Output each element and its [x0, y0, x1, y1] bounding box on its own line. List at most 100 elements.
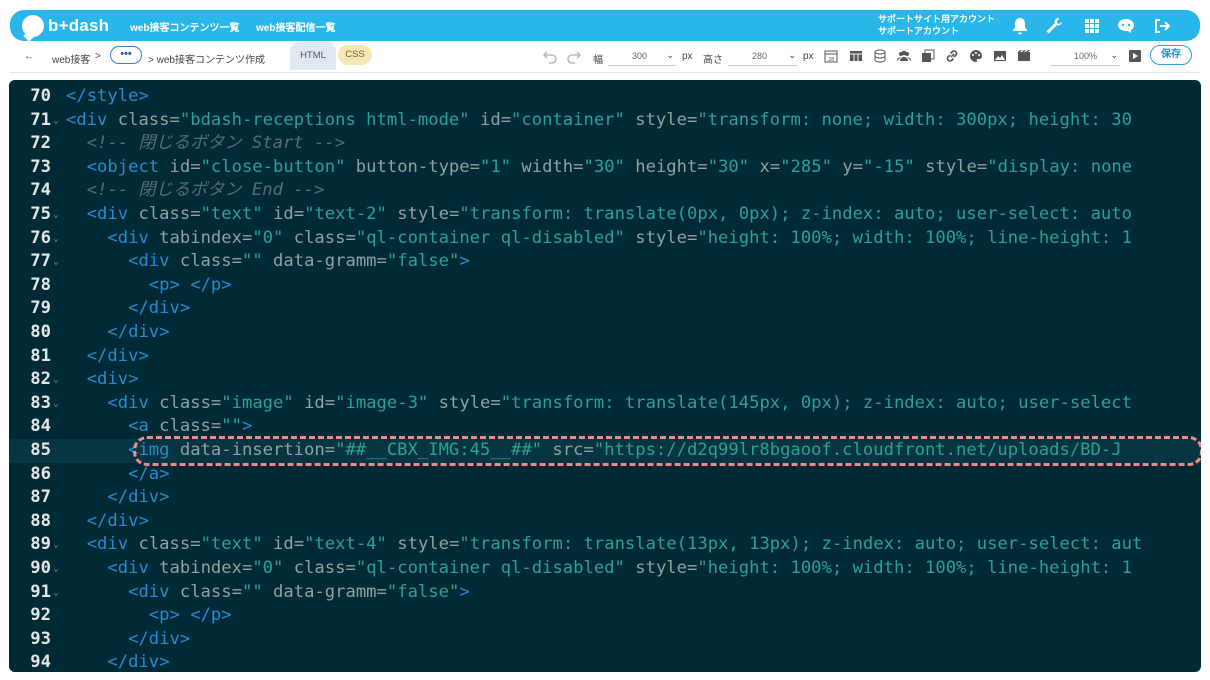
link-icon[interactable]: [944, 48, 960, 64]
chevron-down-icon: ⌄: [666, 50, 674, 60]
breadcrumb-more-button[interactable]: •••: [110, 46, 142, 64]
code-line[interactable]: 71 ⌄ <div class="bdash-receptions html-mod…: [9, 109, 1201, 133]
fold-toggle-icon[interactable]: ⌄: [53, 250, 59, 274]
svg-text:28: 28: [828, 57, 834, 63]
width-label: 幅: [593, 55, 603, 66]
redo-icon[interactable]: [566, 48, 582, 64]
undo-icon[interactable]: [542, 48, 558, 64]
line-number: 79: [30, 298, 51, 319]
code-line[interactable]: 78 <p> </p>: [9, 274, 1201, 298]
chat-bot-icon[interactable]: [1116, 16, 1136, 36]
table-icon[interactable]: [848, 48, 864, 64]
code-text: <div class="" data-gramm="false">: [128, 251, 470, 272]
code-line[interactable]: 80 </div>: [9, 321, 1201, 345]
nav-delivery-list[interactable]: web接客配信一覧: [256, 19, 335, 34]
line-number: 92: [30, 605, 51, 626]
code-line[interactable]: 83 ⌄ <div class="image" id="image-3" styl…: [9, 392, 1201, 416]
height-unit: px: [803, 51, 814, 62]
copy-icon[interactable]: [920, 48, 936, 64]
account-type: サポートサイト用アカウント: [878, 14, 996, 24]
line-number: 85: [30, 440, 51, 460]
fold-toggle-icon[interactable]: ⌄: [53, 227, 59, 251]
code-line[interactable]: 93 </div>: [9, 628, 1201, 652]
line-number: 77: [30, 251, 51, 272]
code-line[interactable]: 87 </div>: [9, 486, 1201, 510]
code-line[interactable]: 90 ⌄ <div tabindex="0" class="ql-containe…: [9, 557, 1201, 581]
code-line[interactable]: 89 ⌄ <div class="text" id="text-4" style=…: [9, 533, 1201, 557]
save-button[interactable]: 保存: [1150, 45, 1192, 65]
line-number: 75: [30, 204, 51, 224]
height-select[interactable]: 280 ⌄: [728, 47, 798, 66]
line-number: 89: [30, 534, 51, 555]
code-line[interactable]: 91 ⌄ <div class="" data-gramm="false">: [9, 581, 1201, 605]
preview-play-icon[interactable]: [1127, 48, 1143, 64]
fold-toggle-icon[interactable]: ⌄: [53, 109, 59, 133]
code-line[interactable]: 75 ⌄ <div class="text" id="text-2" style=…: [9, 203, 1201, 227]
code-line[interactable]: 70 </style>: [9, 85, 1201, 109]
back-arrow-icon[interactable]: ←: [24, 51, 34, 62]
code-text: <p> </p>: [148, 605, 232, 626]
nav-content-list[interactable]: web接客コンテンツ一覧: [130, 19, 239, 34]
zoom-select[interactable]: 100% ⌄: [1050, 47, 1120, 66]
chevron-down-icon: ⌄: [1110, 50, 1118, 60]
code-line[interactable]: 74 <!-- 閉じるボタン End -->: [9, 179, 1201, 203]
fold-toggle-icon[interactable]: ⌄: [53, 392, 59, 416]
code-text: </a>: [128, 463, 170, 484]
fold-toggle-icon[interactable]: ⌄: [53, 533, 59, 557]
line-number: 90: [30, 558, 51, 578]
fold-toggle-icon[interactable]: ⌄: [53, 557, 59, 581]
account-info[interactable]: サポートサイト用アカウント サポートアカウント: [878, 13, 995, 37]
code-line[interactable]: 77 ⌄ <div class="" data-gramm="false">: [9, 250, 1201, 274]
code-text: </div>: [86, 510, 149, 531]
line-number: 76: [30, 227, 51, 248]
width-unit: px: [682, 51, 693, 62]
code-line[interactable]: 76 ⌄ <div tabindex="0" class="ql-containe…: [9, 227, 1201, 251]
code-line[interactable]: 86 </a>: [9, 463, 1201, 487]
code-line[interactable]: 94 </div>: [9, 651, 1201, 672]
code-line[interactable]: 88 </div>: [9, 510, 1201, 534]
video-icon[interactable]: [1016, 48, 1032, 64]
line-number: 82: [30, 369, 51, 390]
line-number: 74: [30, 180, 51, 201]
calendar-icon[interactable]: 28: [823, 48, 839, 64]
palette-icon[interactable]: [968, 48, 984, 64]
bdash-logo[interactable]: b+dash: [22, 15, 109, 37]
image-icon[interactable]: [992, 48, 1008, 64]
code-line[interactable]: 81 </div>: [9, 345, 1201, 369]
grid-icon[interactable]: [1082, 16, 1102, 36]
code-text: <p> </p>: [148, 274, 232, 295]
fold-toggle-icon[interactable]: ⌄: [53, 368, 59, 392]
logo-bubble-icon: [22, 15, 44, 37]
line-number: 80: [30, 322, 51, 342]
fold-toggle-icon[interactable]: ⌄: [53, 203, 59, 227]
logout-icon[interactable]: [1152, 16, 1172, 36]
code-line[interactable]: 72 <!-- 閉じるボタン Start -->: [9, 132, 1201, 156]
line-number: 71: [30, 109, 51, 130]
code-line[interactable]: 92 <p> </p>: [9, 604, 1201, 628]
wrench-icon[interactable]: [1044, 16, 1064, 36]
code-line[interactable]: 73 <object id="close-button" button-type…: [9, 156, 1201, 180]
line-number: 83: [30, 392, 51, 413]
tab-html[interactable]: HTML: [290, 42, 336, 70]
code-text: <object id="close-button" button-type="1…: [86, 156, 1133, 177]
line-number: 86: [30, 463, 51, 484]
users-icon[interactable]: [896, 48, 912, 64]
code-text: </div>: [107, 652, 170, 672]
width-value: 300: [632, 51, 648, 61]
code-text: <div tabindex="0" class="ql-container ql…: [107, 227, 1132, 248]
width-select[interactable]: 300 ⌄: [608, 47, 676, 66]
bell-icon[interactable]: [1010, 16, 1030, 36]
code-text: </div>: [107, 487, 170, 508]
code-text: <div class="text" id="text-4" style="tra…: [86, 534, 1143, 555]
fold-toggle-icon[interactable]: ⌄: [53, 581, 59, 605]
database-icon[interactable]: [872, 48, 888, 64]
html-code-editor[interactable]: 70 </style> 71 ⌄ <div class="bdash-reception…: [9, 80, 1201, 672]
code-line[interactable]: 79 </div>: [9, 297, 1201, 321]
tab-css[interactable]: CSS: [338, 45, 372, 65]
breadcrumb-separator: >: [95, 51, 101, 62]
code-text: </div>: [128, 298, 191, 319]
code-line[interactable]: 82 ⌄ <div>: [9, 368, 1201, 392]
line-number: 87: [30, 487, 51, 508]
code-text: <div class="text" id="text-2" style="tra…: [86, 204, 1132, 224]
breadcrumb-root[interactable]: web接客: [52, 51, 90, 66]
